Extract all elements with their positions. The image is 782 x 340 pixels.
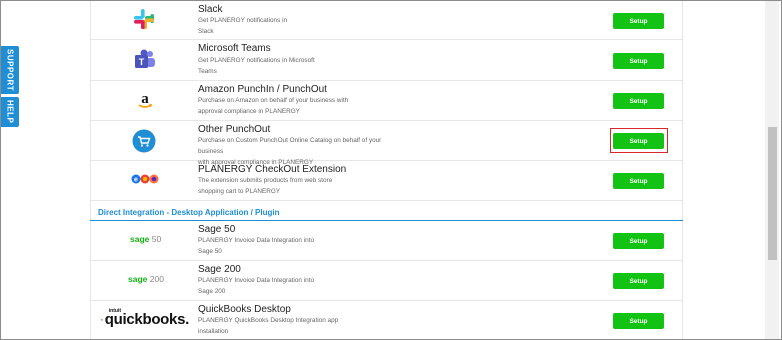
sage-200-logo: sage 200 bbox=[128, 274, 164, 284]
desc-line: PLANERGY Invoice Data Integration into bbox=[198, 237, 315, 244]
integration-desc: PLANERGY Invoice Data Integration into S… bbox=[198, 235, 398, 257]
scrollbar-thumb[interactable] bbox=[768, 127, 777, 260]
setup-button-sage-50[interactable]: Setup bbox=[613, 233, 664, 249]
setup-button-sage-200[interactable]: Setup bbox=[613, 273, 664, 289]
help-tab-label: HELP bbox=[5, 100, 15, 124]
desc-line: Purchase on Custom PunchOut Online Catal… bbox=[198, 137, 382, 155]
sage-brand: sage bbox=[128, 274, 148, 284]
integration-title: PLANERGY CheckOut Extension bbox=[198, 164, 347, 175]
sage-50-logo: sage 50 bbox=[130, 234, 161, 244]
desc-line: Get PLANERGY notifications in Microsoft bbox=[198, 57, 315, 64]
shopping-cart-icon bbox=[132, 129, 156, 153]
desc-line: approval compliance in PLANERGY bbox=[198, 108, 300, 115]
quickbooks-wordmark: intuit quickbooks. bbox=[105, 308, 190, 329]
help-tab[interactable]: HELP bbox=[1, 97, 19, 127]
integration-title: Slack bbox=[198, 4, 223, 15]
integration-title: Amazon PunchIn / PunchOut bbox=[198, 84, 327, 95]
integration-desc: Get PLANERGY notifications in Microsoft … bbox=[198, 55, 398, 77]
desc-line: Sage 200 bbox=[198, 288, 226, 295]
setup-button-slack[interactable]: Setup bbox=[613, 13, 664, 29]
support-tab-label: SUPPORT bbox=[5, 48, 15, 92]
setup-button-amazon[interactable]: Setup bbox=[613, 93, 664, 109]
desc-line: installation bbox=[198, 328, 229, 335]
setup-button-other-punchout[interactable]: Setup bbox=[613, 133, 664, 149]
quickbooks-logo: qb intuit quickbooks. bbox=[101, 308, 190, 330]
desc-line: Slack bbox=[198, 28, 214, 35]
integration-desc: The extension submits products from web … bbox=[198, 175, 398, 197]
integration-title: Sage 200 bbox=[198, 264, 241, 275]
microsoft-teams-logo-icon: T bbox=[133, 48, 157, 72]
desc-line: The extension submits products from web … bbox=[198, 177, 333, 184]
integration-title: QuickBooks Desktop bbox=[198, 304, 291, 315]
svg-text:T: T bbox=[139, 57, 145, 67]
quickbooks-badge-icon: qb bbox=[101, 319, 103, 321]
integration-desc: Get PLANERGY notifications in Slack bbox=[198, 15, 398, 37]
sage-brand: sage bbox=[130, 234, 150, 244]
desc-line: Purchase on Amazon on behalf of your bus… bbox=[198, 97, 349, 104]
desc-line: Get PLANERGY notifications in bbox=[198, 17, 288, 24]
integration-desc: Purchase on Amazon on behalf of your bus… bbox=[198, 95, 398, 117]
svg-text:a: a bbox=[141, 91, 149, 107]
amazon-logo-icon: a bbox=[136, 89, 154, 111]
section-title-desktop: Direct Integration - Desktop Application… bbox=[98, 208, 280, 217]
desc-line: Sage 50 bbox=[198, 248, 222, 255]
sage-number: 50 bbox=[151, 234, 162, 244]
integration-title: Microsoft Teams bbox=[198, 43, 271, 54]
desc-line: PLANERGY QuickBooks Desktop Integration … bbox=[198, 317, 339, 324]
slack-logo-icon bbox=[132, 7, 156, 31]
sage-number: 200 bbox=[149, 274, 164, 284]
setup-button-teams[interactable]: Setup bbox=[613, 53, 664, 69]
integration-desc: PLANERGY Invoice Data Integration into S… bbox=[198, 275, 398, 297]
desc-line: Teams bbox=[198, 68, 217, 75]
integration-title: Other PunchOut bbox=[198, 124, 271, 135]
desc-line: PLANERGY Invoice Data Integration into bbox=[198, 277, 315, 284]
setup-button-checkout-extension[interactable]: Setup bbox=[613, 173, 664, 189]
browser-icons-icon: e bbox=[131, 172, 159, 186]
integration-desc: PLANERGY QuickBooks Desktop Integration … bbox=[198, 315, 398, 337]
support-tab[interactable]: SUPPORT bbox=[1, 46, 19, 94]
svg-text:e: e bbox=[134, 177, 138, 184]
integration-title: Sage 50 bbox=[198, 224, 236, 235]
intuit-label: intuit bbox=[108, 308, 121, 314]
setup-button-quickbooks[interactable]: Setup bbox=[613, 313, 664, 329]
app-window: SUPPORT HELP Slack Get PLANERGY notifica… bbox=[0, 0, 782, 340]
desc-line: shopping cart to PLANERGY bbox=[198, 188, 281, 195]
